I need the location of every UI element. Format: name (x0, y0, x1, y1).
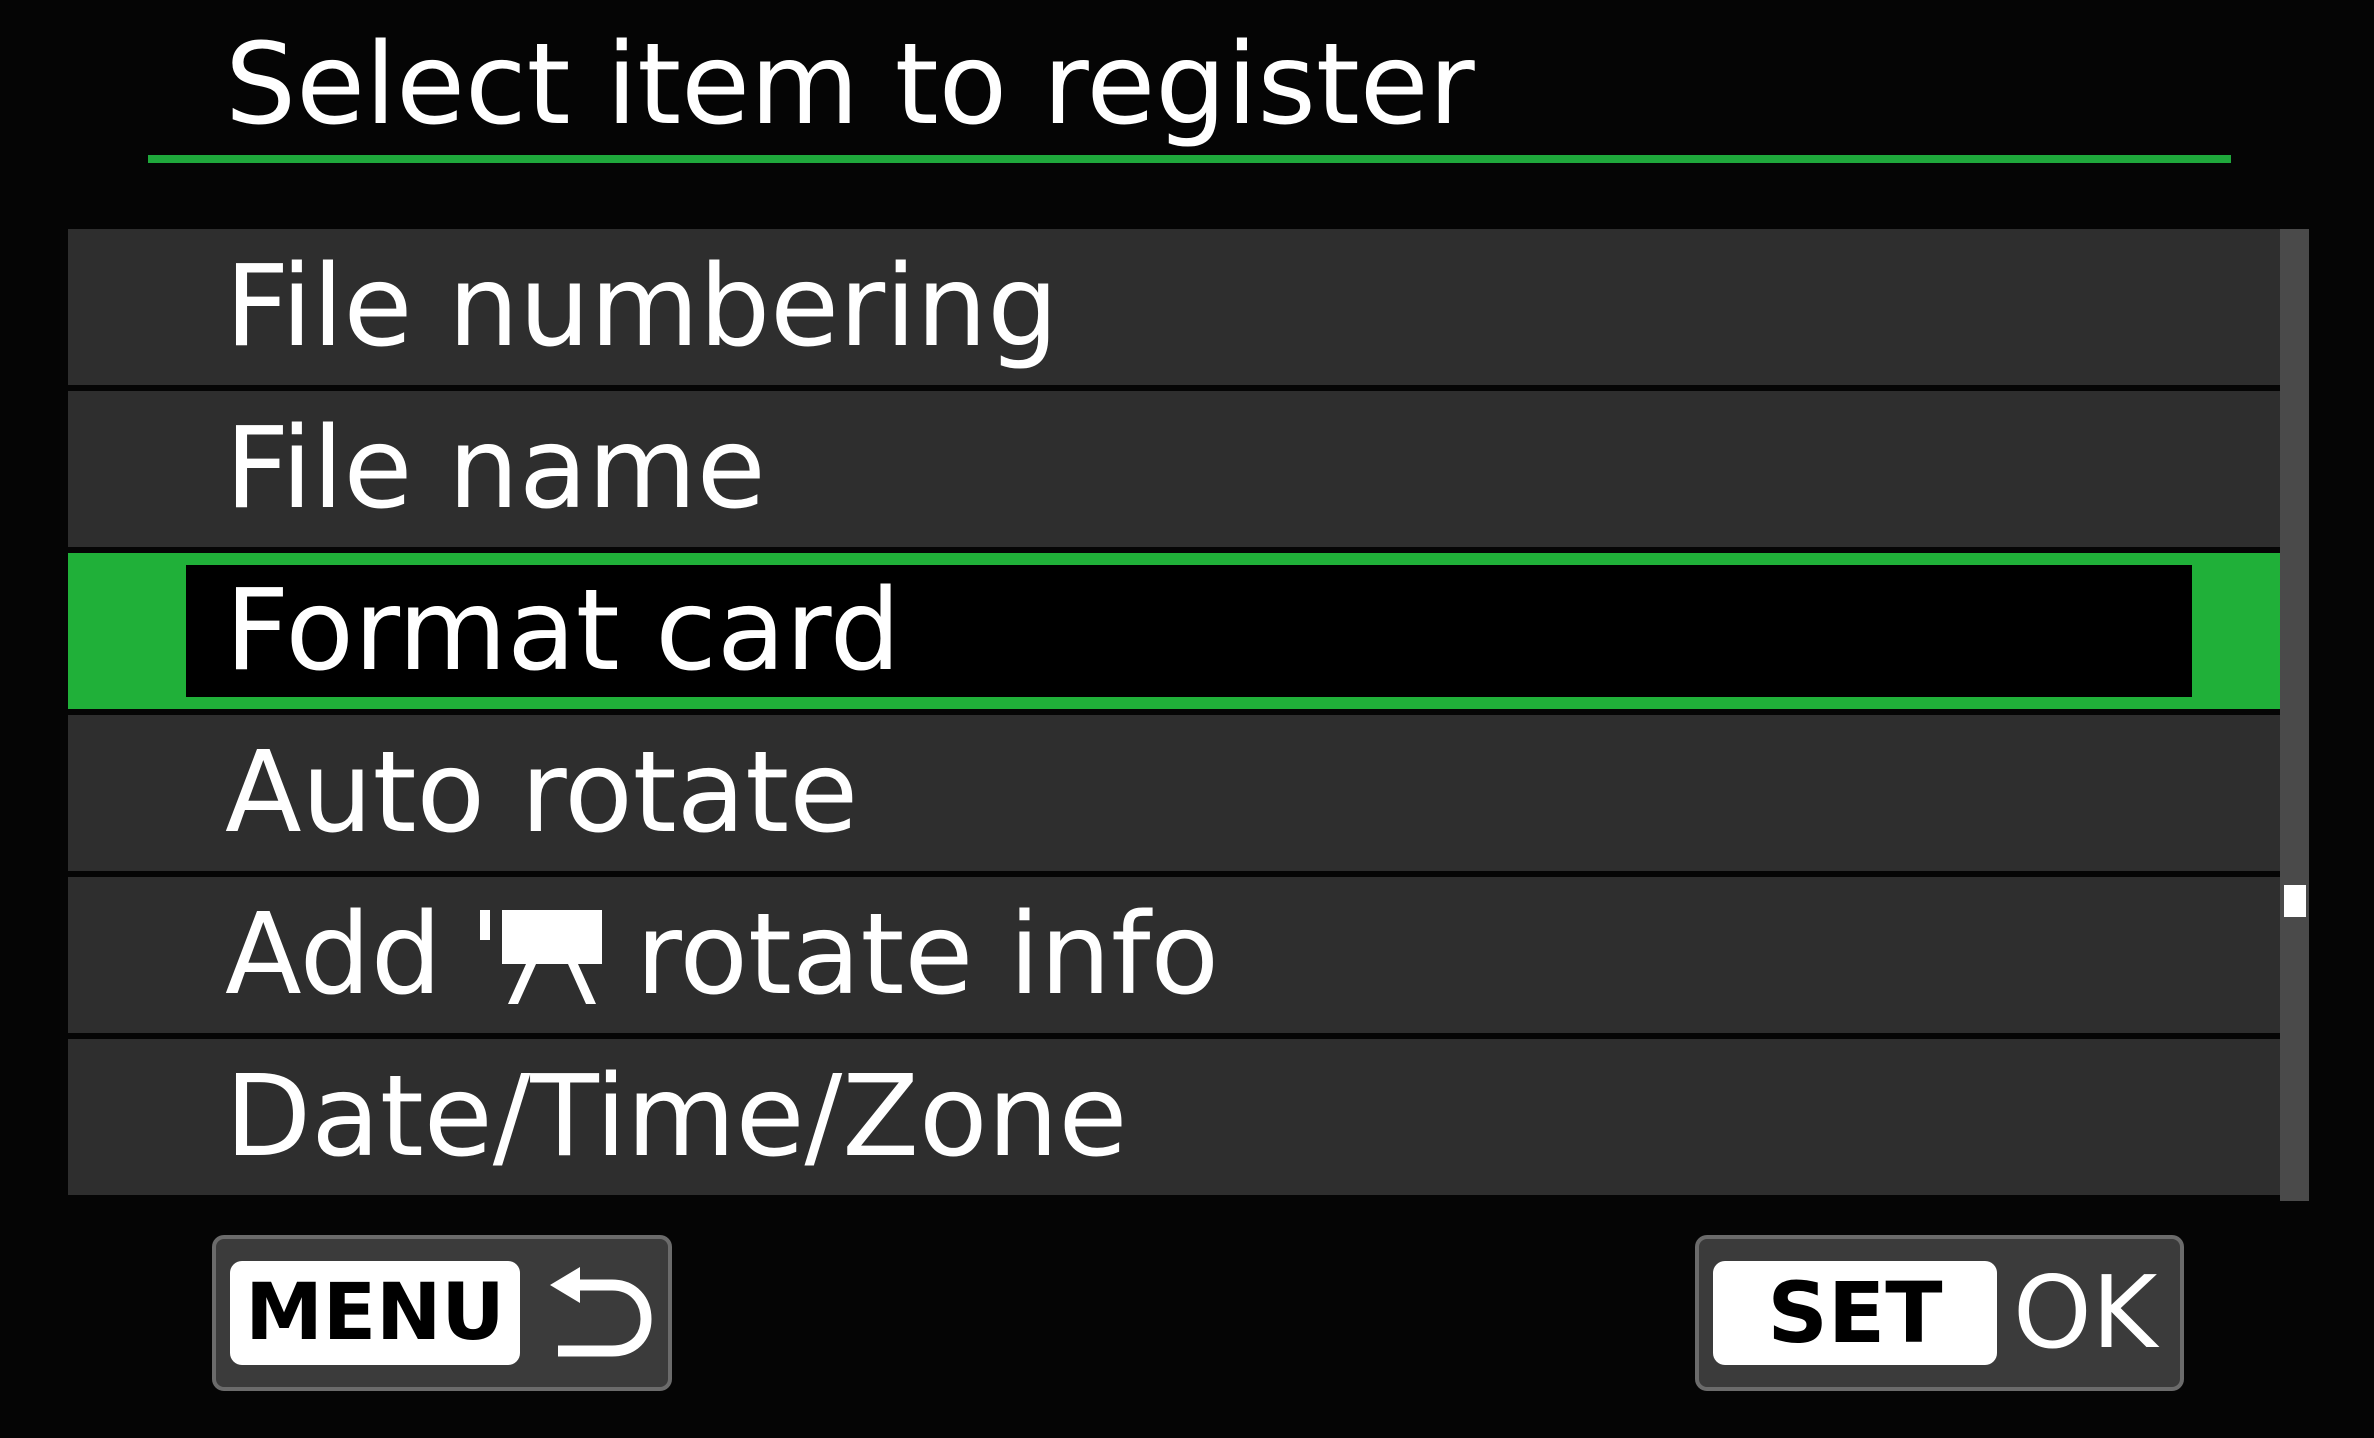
set-key-label: SET (1713, 1261, 1997, 1365)
ok-label: OK (2013, 1254, 2158, 1371)
return-arrow-icon (550, 1267, 652, 1357)
title-divider (148, 155, 2231, 163)
menu-item-label: File numbering (225, 242, 1059, 372)
menu-item-date-time-zone[interactable]: Date/Time/Zone (68, 1039, 2280, 1195)
menu-item-label: Date/Time/Zone (225, 1052, 1128, 1182)
menu-item-format-card[interactable]: Format card (68, 553, 2280, 709)
menu-item-file-numbering[interactable]: File numbering (68, 229, 2280, 385)
menu-item-label: File name (225, 404, 766, 534)
page-title: Select item to register (225, 20, 1475, 150)
list-scrollbar[interactable] (2280, 229, 2309, 1201)
set-ok-button[interactable]: SET OK (1695, 1235, 2184, 1391)
menu-item-add-movie-rotate-info[interactable]: Add rotate info (68, 877, 2280, 1033)
scrollbar-thumb[interactable] (2284, 885, 2306, 917)
menu-item-file-name[interactable]: File name (68, 391, 2280, 547)
menu-back-button[interactable]: MENU (212, 1235, 672, 1391)
menu-item-label: Add rotate info (225, 877, 1219, 1033)
menu-item-label: Auto rotate (225, 728, 859, 858)
menu-item-label-suffix: rotate info (635, 890, 1219, 1020)
menu-item-auto-rotate[interactable]: Auto rotate (68, 715, 2280, 871)
menu-item-label-prefix: Add (225, 890, 442, 1020)
menu-item-label: Format card (225, 566, 901, 696)
movie-camera-icon (479, 910, 602, 1005)
menu-key-label: MENU (230, 1261, 520, 1365)
